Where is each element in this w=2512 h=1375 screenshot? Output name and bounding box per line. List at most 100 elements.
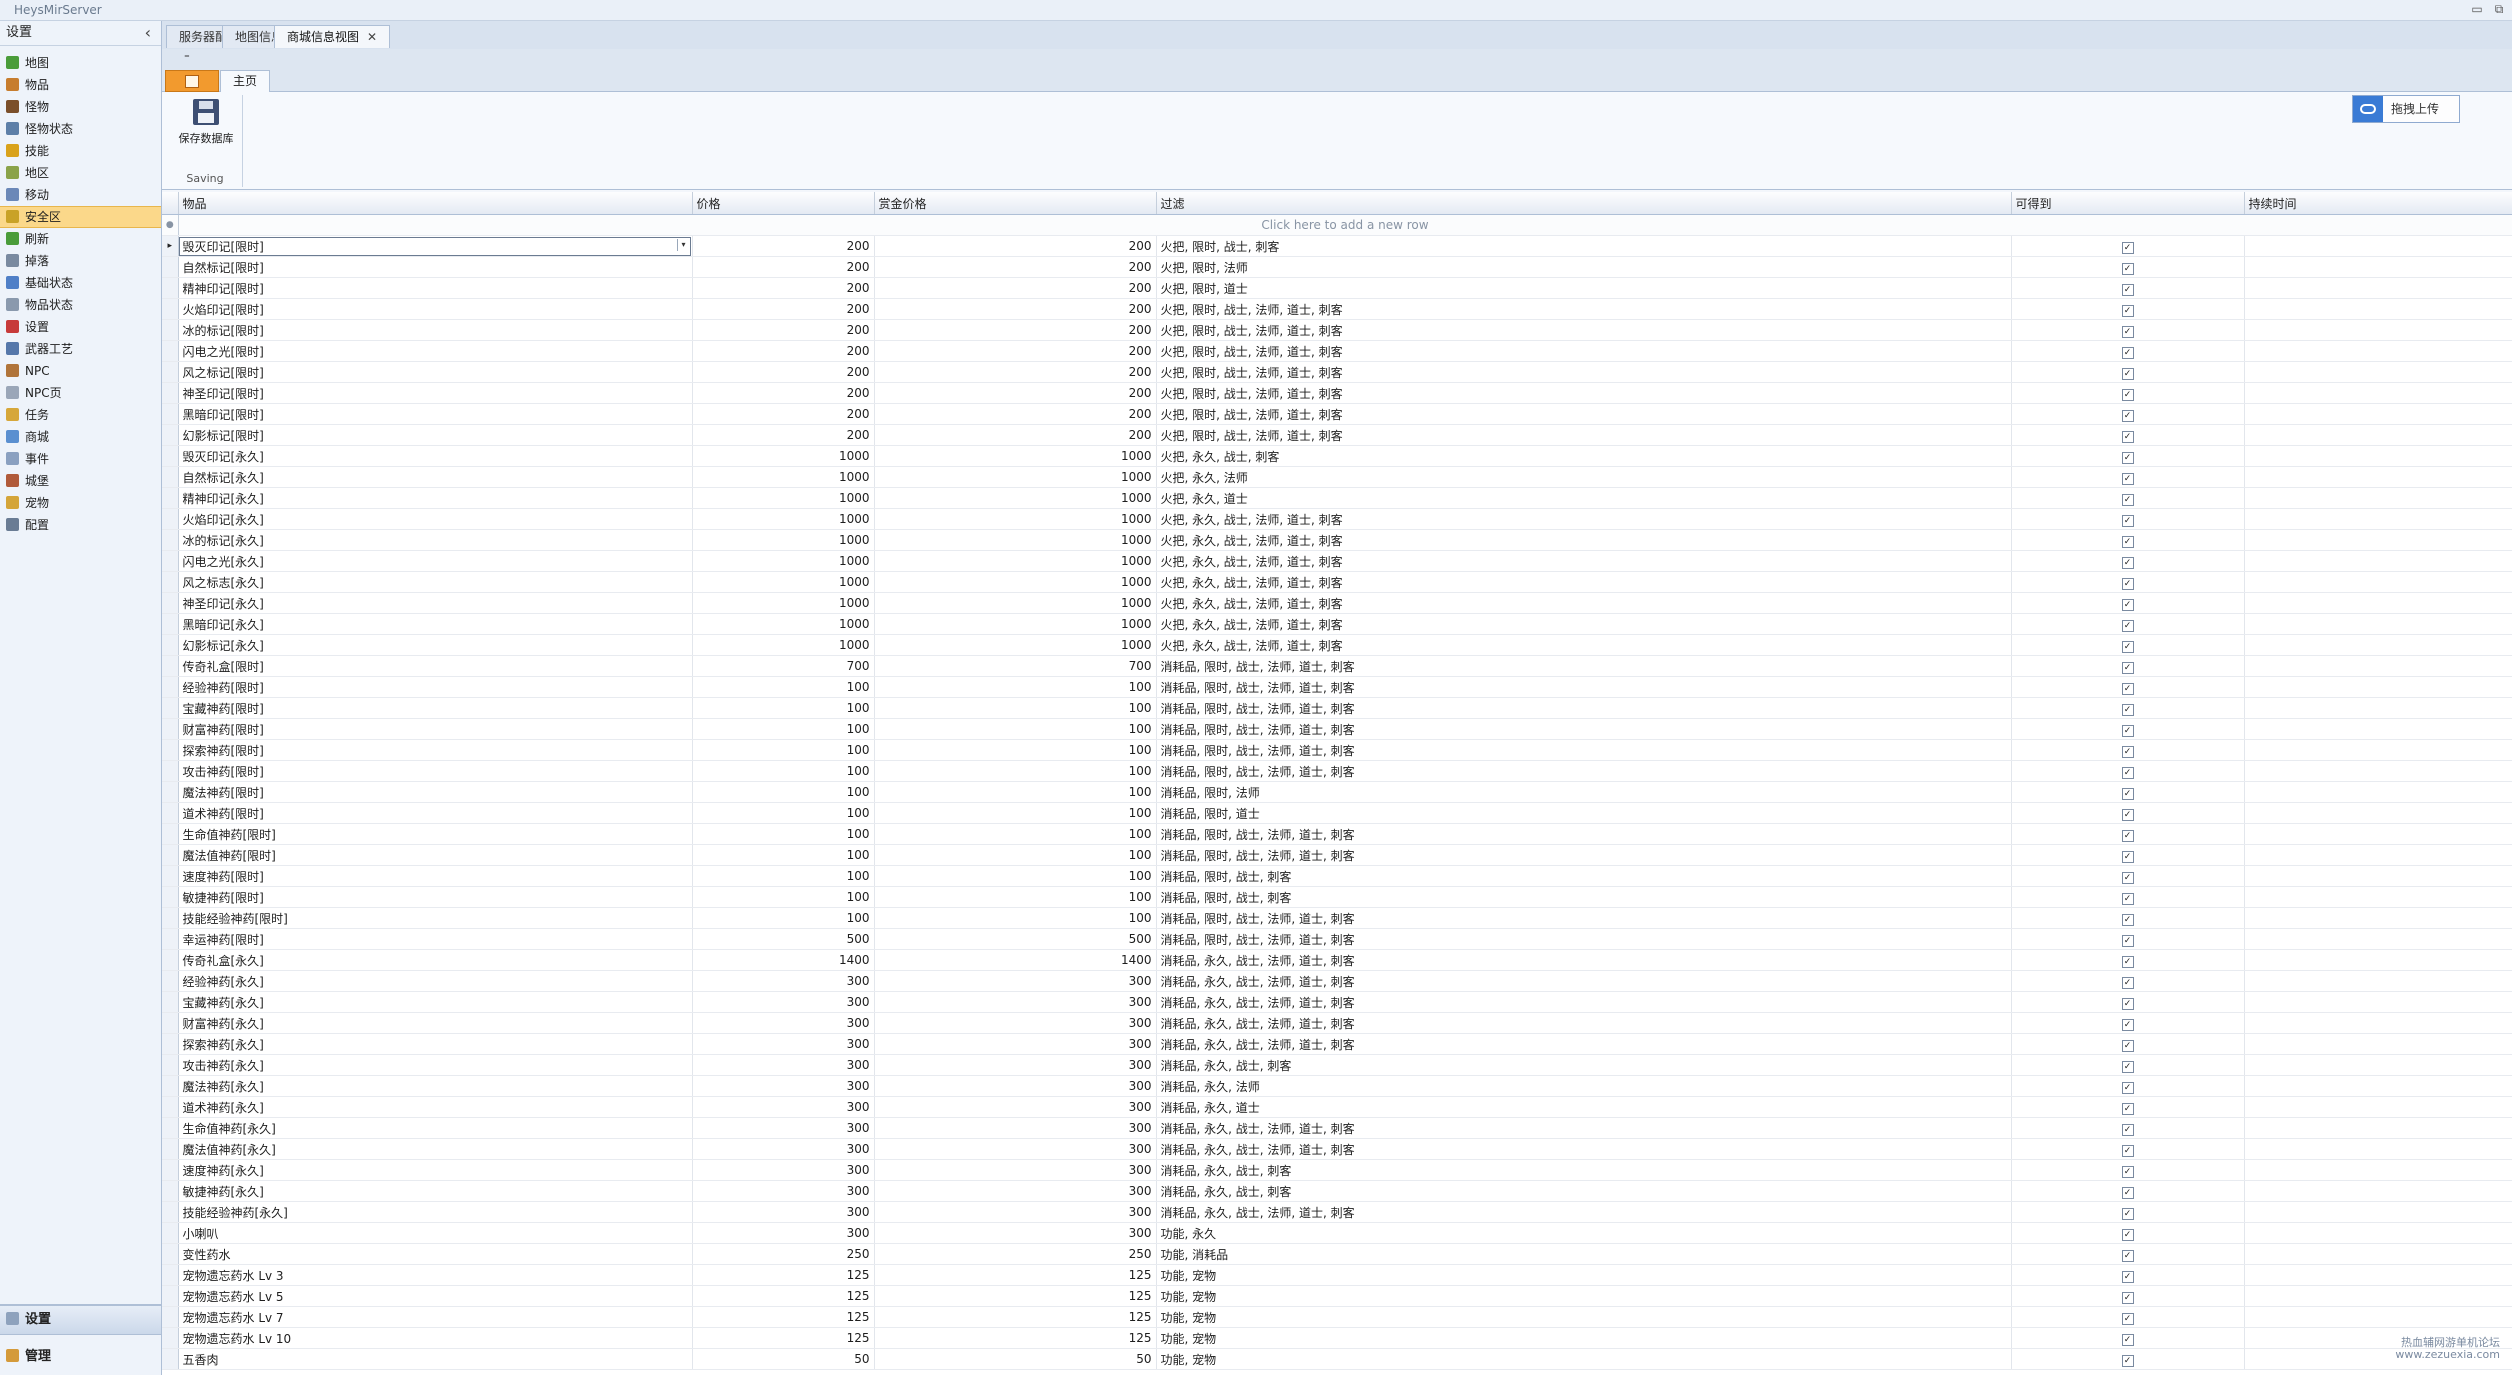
item-name-cell[interactable]: 宠物遗忘药水 Lv 5 [178,1285,693,1307]
table-row[interactable]: 经验神药[限时] 100 100 消耗品, 限时, 战士, 法师, 道士, 刺客 ✓ [162,676,2512,698]
group-settings[interactable]: 设置 [0,1305,161,1335]
table-row[interactable]: 传奇礼盒[限时] 700 700 消耗品, 限时, 战士, 法师, 道士, 刺客 ✓ [162,655,2512,677]
item-name-cell[interactable]: 幸运神药[限时] [178,928,693,950]
table-row[interactable]: 精神印记[永久] 1000 1000 火把, 永久, 道士 ✓ [162,487,2512,509]
sidebar-item-10[interactable]: 掉落 [0,250,161,272]
duration-cell[interactable] [2244,424,2512,446]
filter-cell[interactable]: 消耗品, 限时, 战士, 法师, 道士, 刺客 [1156,928,2012,950]
available-checkbox[interactable]: ✓ [2121,1354,2134,1367]
price-cell[interactable]: 100 [692,844,875,866]
price-cell[interactable]: 100 [692,865,875,887]
close-tab-icon[interactable]: ✕ [367,30,377,44]
table-row[interactable]: 探索神药[永久] 300 300 消耗品, 永久, 战士, 法师, 道士, 刺客 ✓ [162,1033,2512,1055]
item-name-cell[interactable]: 闪电之光[永久] [178,550,693,572]
item-name-cell[interactable]: 魔法神药[限时] [178,781,693,803]
price-cell[interactable]: 300 [692,1222,875,1244]
filter-cell[interactable]: 火把, 永久, 道士 [1156,487,2012,509]
item-name-cell[interactable]: 敏捷神药[永久] [178,1180,693,1202]
available-checkbox[interactable]: ✓ [2121,1039,2134,1052]
price-cell[interactable]: 300 [692,1033,875,1055]
table-row[interactable]: 宝藏神药[永久] 300 300 消耗品, 永久, 战士, 法师, 道士, 刺客 ✓ [162,991,2512,1013]
item-name-cell[interactable]: 宠物遗忘药水 Lv 10 [178,1327,693,1349]
available-checkbox[interactable]: ✓ [2121,1207,2134,1220]
tab-shop-info-view[interactable]: 商城信息视图 ✕ [274,25,391,48]
filter-cell[interactable]: 功能, 永久 [1156,1222,2012,1244]
price-cell[interactable]: 300 [692,970,875,992]
available-checkbox[interactable]: ✓ [2121,787,2134,800]
credit-price-cell[interactable]: 100 [874,907,1157,929]
available-checkbox[interactable]: ✓ [2121,367,2134,380]
credit-price-cell[interactable]: 1000 [874,508,1157,530]
table-row[interactable]: 风之标记[限时] 200 200 火把, 限时, 战士, 法师, 道士, 刺客 ✓ [162,361,2512,383]
credit-price-cell[interactable]: 300 [874,1054,1157,1076]
available-checkbox[interactable]: ✓ [2121,682,2134,695]
table-row[interactable]: 火焰印记[限时] 200 200 火把, 限时, 战士, 法师, 道士, 刺客 ✓ [162,298,2512,320]
collapse-chevron-icon[interactable]: ‹ [145,21,151,45]
filter-cell[interactable]: 火把, 永久, 战士, 法师, 道士, 刺客 [1156,613,2012,635]
price-cell[interactable]: 100 [692,676,875,698]
price-cell[interactable]: 100 [692,760,875,782]
duration-cell[interactable] [2244,1096,2512,1118]
duration-cell[interactable] [2244,907,2512,929]
available-checkbox[interactable]: ✓ [2121,430,2134,443]
credit-price-cell[interactable]: 300 [874,970,1157,992]
item-name-cell[interactable]: 宝藏神药[限时] [178,697,693,719]
credit-price-cell[interactable]: 200 [874,319,1157,341]
price-cell[interactable]: 300 [692,1180,875,1202]
price-cell[interactable]: 300 [692,1201,875,1223]
credit-price-cell[interactable]: 100 [874,760,1157,782]
qat-customize-icon[interactable]: ⁼ [184,51,190,64]
item-name-cell[interactable]: 黑暗印记[限时] [178,403,693,425]
sidebar-item-17[interactable]: 任务 [0,404,161,426]
ribbon-tab-home[interactable]: 主页 [220,70,271,92]
item-name-cell[interactable]: 五香肉 [178,1348,693,1370]
table-row[interactable]: 幻影标记[限时] 200 200 火把, 限时, 战士, 法师, 道士, 刺客 ✓ [162,424,2512,446]
available-checkbox[interactable]: ✓ [2121,976,2134,989]
table-row[interactable]: 变性药水 250 250 功能, 消耗品 ✓ [162,1243,2512,1265]
available-checkbox[interactable]: ✓ [2121,472,2134,485]
item-name-cell[interactable]: 火焰印记[限时] [178,298,693,320]
credit-price-cell[interactable]: 1000 [874,613,1157,635]
duration-cell[interactable] [2244,1138,2512,1160]
available-checkbox[interactable]: ✓ [2121,1102,2134,1115]
duration-cell[interactable] [2244,529,2512,551]
sidebar-item-4[interactable]: 怪物状态 [0,118,161,140]
item-name-cell[interactable]: 传奇礼盒[永久] [178,949,693,971]
available-checkbox[interactable]: ✓ [2121,1144,2134,1157]
item-name-cell[interactable]: 财富神药[限时] [178,718,693,740]
item-name-cell[interactable]: 风之标志[永久] [178,571,693,593]
duration-cell[interactable] [2244,1243,2512,1265]
credit-price-cell[interactable]: 200 [874,298,1157,320]
item-name-cell[interactable]: 财富神药[永久] [178,1012,693,1034]
credit-price-cell[interactable]: 300 [874,1117,1157,1139]
credit-price-cell[interactable]: 1000 [874,445,1157,467]
duration-cell[interactable] [2244,802,2512,824]
table-row[interactable]: 技能经验神药[永久] 300 300 消耗品, 永久, 战士, 法师, 道士, 刺客 ✓ [162,1201,2512,1223]
item-name-cell[interactable]: 闪电之光[限时] [178,340,693,362]
new-row[interactable]: ● Click here to add a new row [162,214,2512,236]
item-name-cell[interactable]: 道术神药[限时] [178,802,693,824]
filter-cell[interactable]: 消耗品, 限时, 战士, 法师, 道士, 刺客 [1156,823,2012,845]
filter-cell[interactable]: 功能, 宠物 [1156,1264,2012,1286]
duration-cell[interactable] [2244,970,2512,992]
table-row[interactable]: 传奇礼盒[永久] 1400 1400 消耗品, 永久, 战士, 法师, 道士, 刺客 ✓ [162,949,2512,971]
filter-cell[interactable]: 功能, 宠物 [1156,1306,2012,1328]
item-name-cell[interactable]: 小喇叭 [178,1222,693,1244]
available-checkbox[interactable]: ✓ [2121,619,2134,632]
sidebar-item-8[interactable]: 安全区 [0,206,161,228]
filter-cell[interactable]: 消耗品, 永久, 战士, 法师, 道士, 刺客 [1156,1012,2012,1034]
available-checkbox[interactable]: ✓ [2121,1312,2134,1325]
duration-cell[interactable] [2244,634,2512,656]
filter-cell[interactable]: 消耗品, 限时, 战士, 法师, 道士, 刺客 [1156,676,2012,698]
sidebar-item-19[interactable]: 事件 [0,448,161,470]
available-checkbox[interactable]: ✓ [2121,745,2134,758]
available-checkbox[interactable]: ✓ [2121,388,2134,401]
price-cell[interactable]: 700 [692,655,875,677]
price-cell[interactable]: 200 [692,256,875,278]
table-row[interactable]: 风之标志[永久] 1000 1000 火把, 永久, 战士, 法师, 道士, 刺客 ✓ [162,571,2512,593]
available-checkbox[interactable]: ✓ [2121,241,2134,254]
available-checkbox[interactable]: ✓ [2121,850,2134,863]
filter-cell[interactable]: 功能, 宠物 [1156,1327,2012,1349]
table-row[interactable]: 探索神药[限时] 100 100 消耗品, 限时, 战士, 法师, 道士, 刺客 ✓ [162,739,2512,761]
credit-price-cell[interactable]: 1000 [874,634,1157,656]
